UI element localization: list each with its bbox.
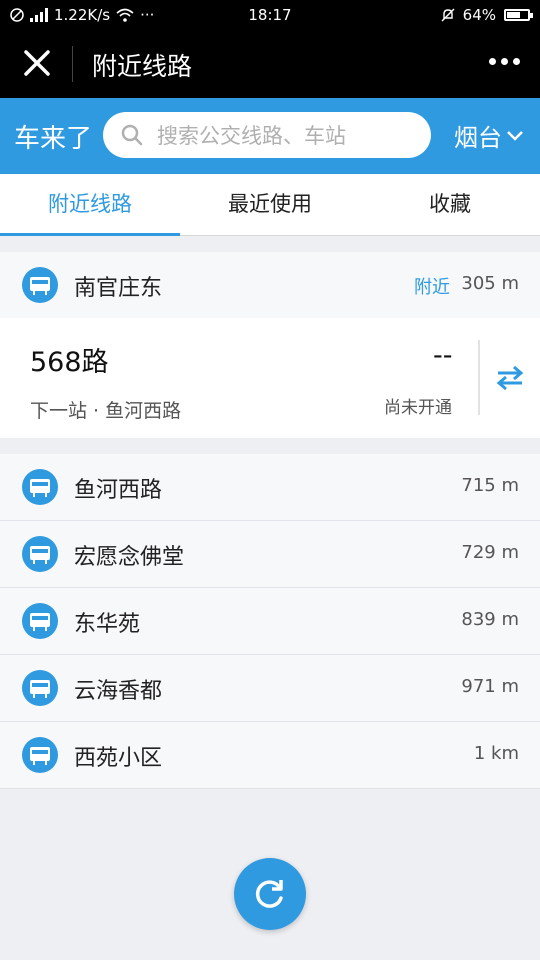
station-distance: 1 km bbox=[473, 743, 519, 764]
tab-favorites[interactable]: 收藏 bbox=[360, 174, 540, 235]
chevron-down-icon bbox=[507, 130, 523, 141]
station-name: 东华苑 bbox=[74, 612, 141, 637]
route-card[interactable]: 568路 下一站 · 鱼河西路 -- 尚未开通 bbox=[0, 318, 540, 438]
app-brand: 车来了 bbox=[14, 124, 93, 154]
station-row[interactable]: 云海香都 971 m bbox=[0, 655, 540, 722]
page-title: 附近线路 bbox=[92, 52, 193, 81]
city-label: 烟台 bbox=[454, 124, 502, 152]
nearby-badge: 附近 bbox=[414, 277, 450, 298]
station-distance: 729 m bbox=[461, 542, 519, 563]
station-name: 云海香都 bbox=[74, 679, 163, 704]
station-row[interactable]: 宏愿念佛堂 729 m bbox=[0, 521, 540, 588]
city-selector[interactable]: 烟台 bbox=[454, 118, 524, 153]
bus-station-icon bbox=[22, 737, 58, 773]
station-distance: 971 m bbox=[461, 676, 519, 697]
search-icon bbox=[121, 124, 143, 146]
next-stop: 下一站 · 鱼河西路 bbox=[30, 400, 182, 422]
route-status: 尚未开通 bbox=[384, 398, 452, 418]
station-name: 宏愿念佛堂 bbox=[74, 545, 185, 570]
station-row[interactable]: 鱼河西路 715 m bbox=[0, 454, 540, 521]
bus-station-icon bbox=[22, 670, 58, 706]
tab-recent[interactable]: 最近使用 bbox=[180, 174, 360, 235]
mute-bell-icon bbox=[441, 8, 455, 22]
station-name: 西苑小区 bbox=[74, 746, 163, 771]
battery-icon bbox=[504, 9, 533, 21]
title-bar: 附近线路 bbox=[0, 30, 540, 98]
tab-bar: 附近线路 最近使用 收藏 bbox=[0, 174, 540, 236]
station-distance: 839 m bbox=[461, 609, 519, 630]
swap-direction-icon[interactable] bbox=[496, 365, 524, 391]
station-distance: 305 m bbox=[461, 273, 519, 294]
more-menu-icon[interactable] bbox=[489, 58, 520, 65]
route-divider bbox=[478, 340, 480, 415]
station-name: 鱼河西路 bbox=[74, 478, 163, 503]
battery-percent: 64% bbox=[462, 6, 496, 24]
refresh-button[interactable] bbox=[234, 858, 306, 930]
tab-nearby-routes[interactable]: 附近线路 bbox=[0, 174, 180, 236]
station-name: 南官庄东 bbox=[74, 276, 163, 301]
title-divider bbox=[72, 46, 73, 82]
search-box[interactable] bbox=[103, 112, 431, 158]
station-row[interactable]: 南官庄东 附近 305 m bbox=[0, 252, 540, 319]
status-bar: 1.22K/s ··· 18:17 64% bbox=[0, 0, 540, 30]
search-header: 车来了 烟台 bbox=[0, 98, 540, 174]
clock: 18:17 bbox=[248, 6, 292, 24]
station-row[interactable]: 西苑小区 1 km bbox=[0, 722, 540, 789]
search-input[interactable] bbox=[155, 121, 419, 151]
bus-station-icon bbox=[22, 469, 58, 505]
bus-station-icon bbox=[22, 267, 58, 303]
route-name: 568路 bbox=[30, 347, 109, 378]
refresh-icon bbox=[255, 880, 283, 908]
station-row[interactable]: 东华苑 839 m bbox=[0, 588, 540, 655]
arrival-time: -- bbox=[433, 340, 453, 371]
close-icon[interactable] bbox=[20, 46, 54, 80]
bus-station-icon bbox=[22, 603, 58, 639]
station-distance: 715 m bbox=[461, 475, 519, 496]
bus-station-icon bbox=[22, 536, 58, 572]
